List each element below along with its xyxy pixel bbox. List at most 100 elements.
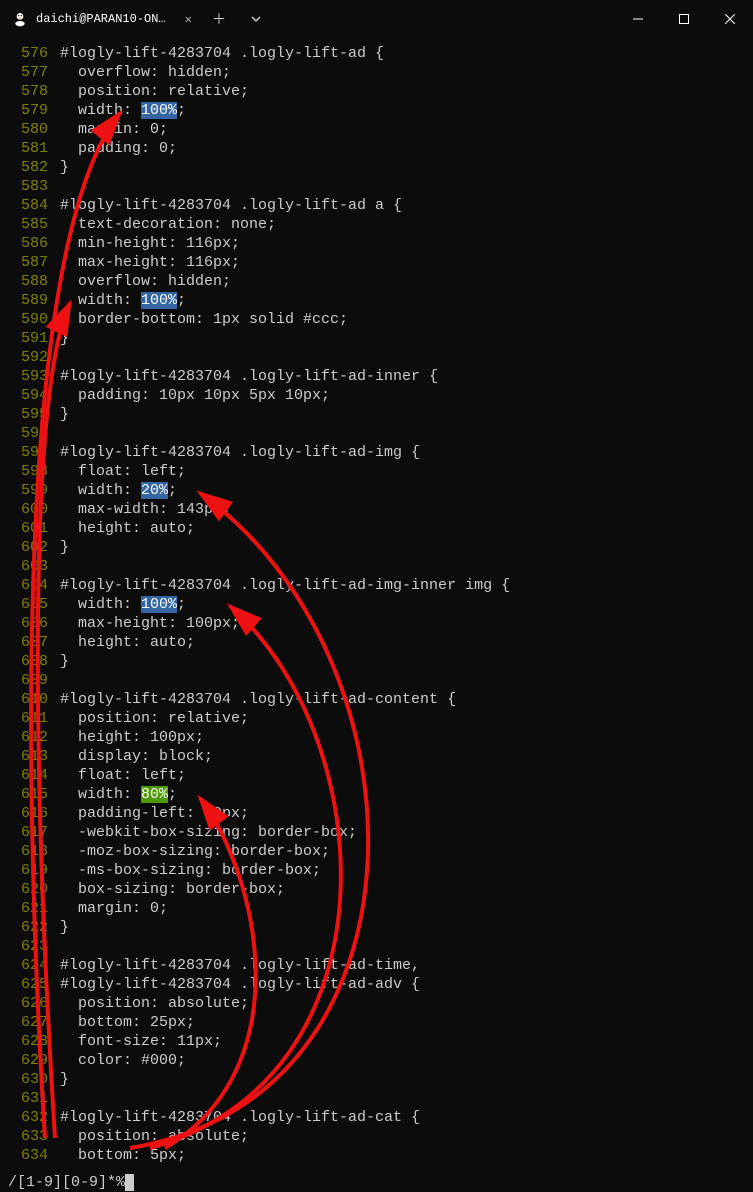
editor-area[interactable]: 576#logly-lift-4283704 .logly-lift-ad {5…	[0, 38, 753, 1165]
line-number: 621	[0, 899, 60, 918]
code-line: 576#logly-lift-4283704 .logly-lift-ad {	[0, 44, 753, 63]
line-number: 590	[0, 310, 60, 329]
code-line: 622}	[0, 918, 753, 937]
code-text: width: 20%;	[60, 481, 177, 500]
code-line: 631	[0, 1089, 753, 1108]
code-line: 582}	[0, 158, 753, 177]
code-line: 580 margin: 0;	[0, 120, 753, 139]
search-highlight: 100%	[141, 102, 177, 119]
search-pattern: /[1-9][0-9]*%	[8, 1174, 125, 1191]
line-number: 609	[0, 671, 60, 690]
code-text: -moz-box-sizing: border-box;	[60, 842, 330, 861]
code-line: 588 overflow: hidden;	[0, 272, 753, 291]
search-highlight: 20%	[141, 482, 168, 499]
line-number: 615	[0, 785, 60, 804]
code-line: 633 position: absolute;	[0, 1127, 753, 1146]
code-line: 606 max-height: 100px;	[0, 614, 753, 633]
code-line: 594 padding: 10px 10px 5px 10px;	[0, 386, 753, 405]
line-number: 608	[0, 652, 60, 671]
line-number: 597	[0, 443, 60, 462]
line-number: 619	[0, 861, 60, 880]
minimize-button[interactable]	[615, 0, 661, 38]
code-line: 591}	[0, 329, 753, 348]
line-number: 598	[0, 462, 60, 481]
line-number: 588	[0, 272, 60, 291]
line-number: 582	[0, 158, 60, 177]
code-line: 614 float: left;	[0, 766, 753, 785]
line-number: 578	[0, 82, 60, 101]
code-line: 609	[0, 671, 753, 690]
code-line: 607 height: auto;	[0, 633, 753, 652]
code-line: 578 position: relative;	[0, 82, 753, 101]
code-line: 601 height: auto;	[0, 519, 753, 538]
line-number: 611	[0, 709, 60, 728]
code-text: max-height: 100px;	[60, 614, 240, 633]
line-number: 601	[0, 519, 60, 538]
code-line: 610#logly-lift-4283704 .logly-lift-ad-co…	[0, 690, 753, 709]
line-number: 606	[0, 614, 60, 633]
code-text: }	[60, 918, 69, 937]
line-number: 603	[0, 557, 60, 576]
line-number: 624	[0, 956, 60, 975]
code-text: #logly-lift-4283704 .logly-lift-ad-adv {	[60, 975, 420, 994]
code-line: 604#logly-lift-4283704 .logly-lift-ad-im…	[0, 576, 753, 595]
code-text: }	[60, 405, 69, 424]
code-text: float: left;	[60, 462, 186, 481]
line-number: 579	[0, 101, 60, 120]
code-text: text-decoration: none;	[60, 215, 276, 234]
search-highlight: 80%	[141, 786, 168, 803]
code-line: 625#logly-lift-4283704 .logly-lift-ad-ad…	[0, 975, 753, 994]
code-line: 612 height: 100px;	[0, 728, 753, 747]
code-text: #logly-lift-4283704 .logly-lift-ad-inner…	[60, 367, 438, 386]
close-icon[interactable]: ✕	[185, 12, 192, 27]
code-text: max-width: 143px;	[60, 500, 231, 519]
code-text: #logly-lift-4283704 .logly-lift-ad-time,	[60, 956, 420, 975]
code-line: 615 width: 80%;	[0, 785, 753, 804]
code-text: color: #000;	[60, 1051, 186, 1070]
code-text: width: 100%;	[60, 101, 186, 120]
line-number: 595	[0, 405, 60, 424]
code-text: border-bottom: 1px solid #ccc;	[60, 310, 348, 329]
line-number: 607	[0, 633, 60, 652]
code-line: 621 margin: 0;	[0, 899, 753, 918]
code-text: min-height: 116px;	[60, 234, 240, 253]
cursor	[125, 1174, 134, 1191]
code-line: 581 padding: 0;	[0, 139, 753, 158]
code-line: 608}	[0, 652, 753, 671]
line-number: 591	[0, 329, 60, 348]
code-line: 602}	[0, 538, 753, 557]
line-number: 576	[0, 44, 60, 63]
code-line: 611 position: relative;	[0, 709, 753, 728]
line-number: 604	[0, 576, 60, 595]
line-number: 602	[0, 538, 60, 557]
maximize-button[interactable]	[661, 0, 707, 38]
line-number: 593	[0, 367, 60, 386]
line-number: 613	[0, 747, 60, 766]
code-text: height: auto;	[60, 633, 195, 652]
code-text: margin: 0;	[60, 899, 168, 918]
tab-dropdown-icon[interactable]	[238, 0, 274, 38]
code-text: }	[60, 652, 69, 671]
line-number: 625	[0, 975, 60, 994]
new-tab-button[interactable]: ＋	[200, 0, 238, 38]
code-text: width: 100%;	[60, 291, 186, 310]
code-text: bottom: 5px;	[60, 1146, 186, 1165]
code-text: }	[60, 158, 69, 177]
code-text: -ms-box-sizing: border-box;	[60, 861, 321, 880]
line-number: 622	[0, 918, 60, 937]
code-text: }	[60, 538, 69, 557]
code-text: overflow: hidden;	[60, 272, 231, 291]
titlebar: daichi@PARAN10-ONGS: ~/Do… ✕ ＋	[0, 0, 753, 38]
code-line: 630}	[0, 1070, 753, 1089]
code-text: #logly-lift-4283704 .logly-lift-ad {	[60, 44, 384, 63]
code-text: width: 80%;	[60, 785, 177, 804]
vim-command-line[interactable]: /[1-9][0-9]*%	[0, 1172, 753, 1192]
code-line: 618 -moz-box-sizing: border-box;	[0, 842, 753, 861]
code-line: 596	[0, 424, 753, 443]
code-line: 628 font-size: 11px;	[0, 1032, 753, 1051]
terminal-tab[interactable]: daichi@PARAN10-ONGS: ~/Do… ✕	[0, 0, 200, 38]
close-button[interactable]	[707, 0, 753, 38]
code-line: 624#logly-lift-4283704 .logly-lift-ad-ti…	[0, 956, 753, 975]
code-line: 599 width: 20%;	[0, 481, 753, 500]
code-line: 584#logly-lift-4283704 .logly-lift-ad a …	[0, 196, 753, 215]
